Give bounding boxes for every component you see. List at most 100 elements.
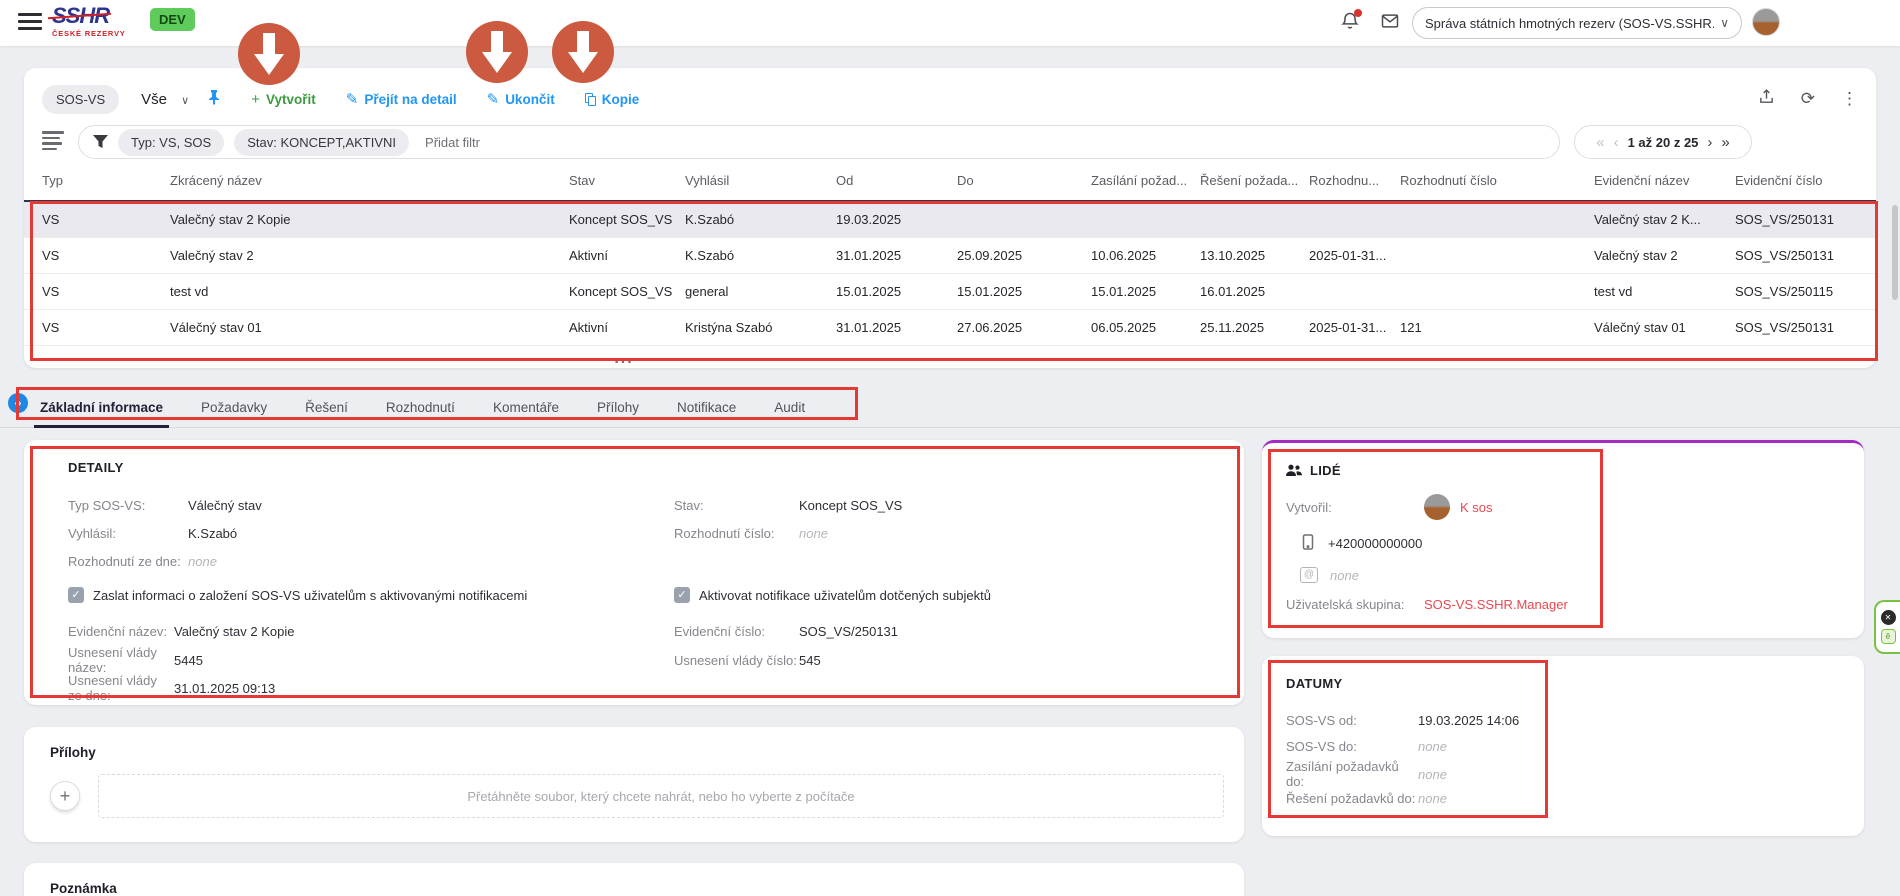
creator-avatar[interactable] <box>1424 494 1450 520</box>
chevron-down-icon: ∨ <box>1720 16 1729 30</box>
filter-chip-stav[interactable]: Stav: KONCEPT,AKTIVNI <box>234 129 409 156</box>
details-section: DETAILY Typ SOS-VS: Válečný stav Stav: K… <box>24 440 1244 705</box>
add-attachment-button[interactable]: + <box>50 781 80 811</box>
pin-icon[interactable] <box>207 89 221 110</box>
table-row[interactable]: VStest vdKoncept SOS_VSgeneral15.01.2025… <box>24 274 1876 310</box>
checkbox-checked-icon[interactable]: ✓ <box>68 587 84 603</box>
checkbox-label: Zaslat informaci o založení SOS-VS uživa… <box>93 588 527 603</box>
finish-button[interactable]: ✎ Ukončit <box>487 90 555 108</box>
column-header[interactable]: Zasílání požad... <box>1091 173 1200 188</box>
module-chip[interactable]: SOS-VS <box>42 85 119 114</box>
filter-row: Typ: VS, SOS Stav: KONCEPT,AKTIVNI Přida… <box>42 124 1858 160</box>
column-header[interactable]: Rozhodnu... <box>1309 173 1400 188</box>
pencil-icon: ✎ <box>487 90 500 108</box>
table-row[interactable]: VSValečný stav 2 KopieKoncept SOS_VSK.Sz… <box>24 202 1876 238</box>
detail-field-row: Rozhodnutí ze dne: none <box>68 547 1244 575</box>
details-title: DETAILY <box>68 460 1244 475</box>
email-value: none <box>1330 568 1359 583</box>
file-dropzone[interactable]: Přetáhněte soubor, který chcete nahrát, … <box>98 774 1224 818</box>
note-section: Poznámka <box>24 863 1244 896</box>
filter-bar[interactable]: Typ: VS, SOS Stav: KONCEPT,AKTIVNI Přida… <box>78 125 1560 159</box>
extension-icon[interactable]: ě <box>1881 629 1896 644</box>
detail-field-row: Usnesení vlády ze dne: 31.01.2025 09:13 <box>68 673 1244 701</box>
column-header[interactable]: Do <box>957 173 1091 188</box>
table-row[interactable]: VSValečný stav 2AktivníK.Szabó31.01.2025… <box>24 238 1876 274</box>
tab-prilohy[interactable]: Přílohy <box>597 388 639 428</box>
table-body: VSValečný stav 2 KopieKoncept SOS_VSK.Sz… <box>24 202 1876 368</box>
table-row[interactable]: VSVálečný stav 01AktivníKristýna Szabó31… <box>24 310 1876 346</box>
pencil-icon: ✎ <box>346 90 359 108</box>
tab-pozadavky[interactable]: Požadavky <box>201 388 267 428</box>
chevron-down-icon: ∨ <box>181 95 189 107</box>
messages-mail-icon[interactable] <box>1380 11 1402 33</box>
people-section: LIDÉ Vytvořil: K sos +420000000000 @ non… <box>1262 440 1864 638</box>
dates-title: DATUMY <box>1286 676 1864 691</box>
view-selector[interactable]: Vše ∨ <box>141 91 189 108</box>
first-page-icon[interactable]: « <box>1596 134 1604 151</box>
create-button[interactable]: + Vytvořit <box>251 91 316 108</box>
column-header[interactable]: Rozhodnutí číslo <box>1400 173 1594 188</box>
table-more-indicator[interactable]: ... <box>24 346 1224 368</box>
scrollbar-thumb[interactable] <box>1892 205 1898 300</box>
logo-subtitle: ČESKÉ REZERVY <box>52 29 142 38</box>
attachments-title: Přílohy <box>50 745 1224 760</box>
browser-extension-widget[interactable]: ✕ ě <box>1874 600 1900 654</box>
filter-chip-typ[interactable]: Typ: VS, SOS <box>118 129 224 156</box>
note-title: Poznámka <box>50 881 1224 896</box>
notification-checkboxes: ✓ Zaslat informaci o založení SOS-VS uži… <box>68 587 1244 603</box>
tab-reseni[interactable]: Řešení <box>305 388 348 428</box>
email-at-icon: @ <box>1300 567 1318 583</box>
copy-button[interactable]: Kopie <box>585 92 640 107</box>
column-header[interactable]: Typ <box>42 173 170 188</box>
logo-text: SSHR <box>52 5 109 27</box>
refresh-icon[interactable]: ⟳ <box>1801 89 1815 109</box>
date-field-row: Zasílání požadavků do: none <box>1286 759 1864 785</box>
tab-komentare[interactable]: Komentáře <box>493 388 559 428</box>
user-avatar[interactable] <box>1752 8 1780 36</box>
column-header[interactable]: Od <box>836 173 957 188</box>
tab-zakladni-informace[interactable]: Základní informace <box>40 388 163 428</box>
column-header[interactable]: Stav <box>569 173 685 188</box>
detail-field-row: Usnesení vlády název: 5445 Usnesení vlád… <box>68 645 1244 673</box>
view-selector-label: Vše <box>141 91 167 108</box>
checkbox-checked-icon[interactable]: ✓ <box>674 587 690 603</box>
detail-tabs: Základní informace Požadavky Řešení Rozh… <box>0 388 1900 428</box>
table-header-row: Typ Zkrácený název Stav Vyhlásil Od Do Z… <box>24 160 1876 202</box>
user-group-link[interactable]: SOS-VS.SSHR.Manager <box>1424 597 1568 612</box>
density-settings-icon[interactable] <box>42 131 64 153</box>
sos-vs-list-card: SOS-VS Vše ∨ + Vytvořit ✎ Přejít na deta… <box>24 68 1876 368</box>
phone-row: +420000000000 <box>1300 534 1864 553</box>
pagination: « ‹ 1 až 20 z 25 › » <box>1574 125 1752 159</box>
tab-rozhodnuti[interactable]: Rozhodnutí <box>386 388 455 428</box>
detail-field-row: Vyhlásil: K.Szabó Rozhodnutí číslo: none <box>68 519 1244 547</box>
notifications-bell-icon[interactable] <box>1340 11 1362 33</box>
column-header[interactable]: Vyhlásil <box>685 173 836 188</box>
column-header[interactable]: Řešení požada... <box>1200 173 1309 188</box>
column-header[interactable]: Evidenční název <box>1594 173 1735 188</box>
column-header[interactable]: Evidenční číslo <box>1735 173 1855 188</box>
last-page-icon[interactable]: » <box>1721 134 1729 151</box>
attachments-section: Přílohy + Přetáhněte soubor, který chcet… <box>24 727 1244 842</box>
detail-field-row: Evidenční název: Valečný stav 2 Kopie Ev… <box>68 617 1244 645</box>
prev-page-icon[interactable]: ‹ <box>1614 134 1619 151</box>
notification-dot <box>1354 9 1362 17</box>
add-filter-button[interactable]: Přidat filtr <box>425 135 480 150</box>
hamburger-menu-icon[interactable] <box>18 13 42 31</box>
column-header[interactable]: Zkrácený název <box>170 173 569 188</box>
checkbox-label: Aktivovat notifikace uživatelům dotčenýc… <box>699 588 991 603</box>
go-to-detail-button[interactable]: ✎ Přejít na detail <box>346 90 457 108</box>
sshr-logo[interactable]: SSHR ČESKÉ REZERVY <box>52 5 142 38</box>
creator-link[interactable]: K sos <box>1460 500 1493 515</box>
extension-icon[interactable]: ✕ <box>1881 610 1896 625</box>
kebab-menu-icon[interactable]: ⋮ <box>1841 89 1858 109</box>
next-page-icon[interactable]: › <box>1707 134 1712 151</box>
tab-audit[interactable]: Audit <box>774 388 805 428</box>
environment-badge: DEV <box>150 8 195 31</box>
pagination-label: 1 až 20 z 25 <box>1628 135 1699 150</box>
tab-notifikace[interactable]: Notifikace <box>677 388 736 428</box>
filter-funnel-icon <box>93 135 108 149</box>
panel-toggle-icon[interactable]: ‹› <box>8 393 28 413</box>
role-selector[interactable]: Správa státních hmotných rezerv (SOS-VS.… <box>1412 7 1742 39</box>
export-icon[interactable] <box>1758 88 1775 110</box>
email-row: @ none <box>1300 567 1864 583</box>
